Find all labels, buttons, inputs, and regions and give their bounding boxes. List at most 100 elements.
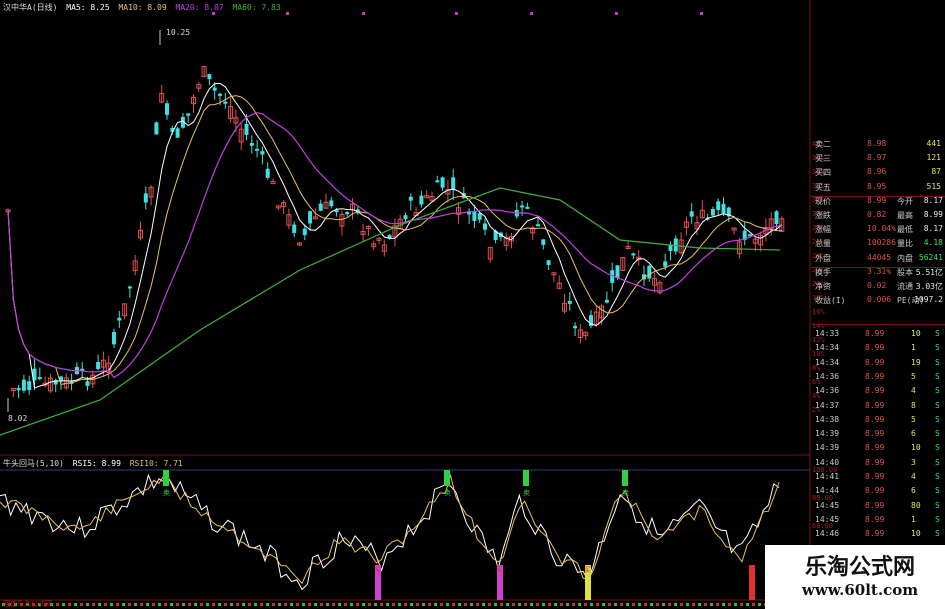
- strip-dot: [122, 603, 125, 606]
- tick-row: 14:36 8.99 4 S: [811, 386, 945, 400]
- top-signal-dot: [362, 12, 365, 15]
- moving-average-lines: [0, 30, 783, 436]
- strip-dot: [686, 603, 689, 606]
- strip-dot: [170, 603, 173, 606]
- rsi5-label: RSI5: 8.99: [72, 459, 121, 468]
- quote-label-2: 量比: [897, 239, 913, 249]
- low-price-label: 8.02: [8, 414, 28, 423]
- strip-dot: [398, 603, 401, 606]
- tick-side: S: [935, 343, 940, 353]
- strip-dot: [284, 603, 287, 606]
- quote-label-2: 流通: [897, 282, 913, 291]
- candle-body: [483, 223, 487, 230]
- candle-body: [127, 286, 132, 289]
- tick-time: 14:39: [815, 443, 840, 453]
- strip-dot: [374, 603, 377, 606]
- strip-dot: [578, 603, 581, 606]
- strip-dot: [92, 603, 95, 606]
- candle-body: [223, 101, 228, 104]
- strip-dot: [608, 603, 611, 606]
- quote-volume: 121: [926, 153, 941, 163]
- tick-side: S: [935, 443, 940, 453]
- indicator-bottom-label: 回首乐淘公式网: [3, 600, 52, 608]
- strip-dot: [470, 603, 473, 606]
- kline-canvas[interactable]: 卖 卖 卖 卖买 买 买 买: [0, 0, 945, 609]
- tick-row: 14:33 8.99 10 S: [811, 329, 945, 343]
- tick-volume: 80: [911, 500, 921, 510]
- tick-row: 14:45 8.99 1 S: [811, 515, 945, 529]
- rsi10-label: RSI10: 7.71: [129, 459, 183, 468]
- ma10-label: MA10: 8.09: [118, 3, 167, 12]
- candle-body: [318, 203, 323, 211]
- strip-dot: [278, 603, 281, 606]
- strip-dot: [566, 603, 569, 606]
- candle-body: [255, 148, 260, 151]
- strip-dot: [488, 603, 491, 606]
- candle-body: [16, 387, 21, 391]
- candle-body: [186, 113, 191, 116]
- quote-label: 换手: [815, 267, 831, 277]
- candle-body: [403, 215, 408, 220]
- strip-dot: [200, 603, 203, 606]
- quote-row: 涨跌 0.82 最高 8.99: [811, 210, 945, 224]
- strip-dot: [632, 603, 635, 606]
- strip-dot: [404, 603, 407, 606]
- strip-dot: [326, 603, 329, 606]
- candle-body: [244, 123, 249, 135]
- candle-body: [435, 180, 440, 183]
- quote-label-2: 最高: [897, 211, 913, 220]
- candle-body: [408, 196, 413, 201]
- tick-time: 14:46: [815, 529, 840, 539]
- quote-row: 卖二 8.98 441: [811, 139, 945, 153]
- quote-value: 8.95: [867, 181, 887, 191]
- tick-price: 8.99: [865, 429, 885, 439]
- candle-body: [21, 379, 26, 391]
- strip-dot: [410, 603, 413, 606]
- tick-volume: 10: [911, 443, 921, 453]
- strip-dot: [116, 603, 119, 606]
- quote-value: 44045: [867, 252, 892, 262]
- strip-dot: [620, 603, 623, 606]
- tick-time: 14:38: [815, 414, 840, 424]
- strip-dot: [416, 603, 419, 606]
- tick-volume: 3: [911, 457, 916, 467]
- quote-value: 100286: [867, 238, 896, 248]
- buy-signal-label: 买: [584, 566, 591, 574]
- tick-time: 14:45: [815, 500, 840, 510]
- tick-side: S: [935, 429, 940, 439]
- strip-dot: [302, 603, 305, 606]
- strip-dot: [296, 603, 299, 606]
- quote-label: 卖二: [815, 140, 831, 149]
- quote-row: 净资 0.02 流通 3.03亿: [811, 281, 945, 295]
- top-signal-dot: [615, 12, 618, 15]
- candle-body: [345, 211, 350, 215]
- candle-body: [631, 253, 636, 256]
- candle-body: [546, 260, 551, 265]
- candle-body: [96, 362, 101, 369]
- rsi10-line: [0, 473, 780, 585]
- quote-value-2: 8.99: [923, 210, 943, 219]
- candle-body: [472, 211, 477, 221]
- candle-body: [112, 331, 116, 345]
- stock-title: 汉中华A(日线): [3, 3, 58, 12]
- candle-body: [536, 224, 540, 227]
- strip-dot: [542, 603, 545, 606]
- tick-time: 14:33: [815, 329, 840, 338]
- top-signal-dot: [700, 12, 703, 15]
- tick-row: 14:39 8.99 10 S: [811, 443, 945, 457]
- candle-body: [85, 381, 90, 386]
- tick-side: S: [935, 371, 940, 381]
- tick-row: 14:40 8.99 3 S: [811, 458, 945, 472]
- tick-price: 8.99: [865, 457, 885, 467]
- tick-volume: 5: [911, 414, 916, 424]
- strip-dot: [290, 603, 293, 606]
- strip-dot: [446, 603, 449, 606]
- sell-signal-bar: [523, 470, 529, 486]
- strip-dot: [662, 603, 665, 606]
- strip-dot: [548, 603, 551, 606]
- tick-row: 14:39 8.99 6 S: [811, 429, 945, 443]
- strip-dot: [428, 603, 431, 606]
- signal-markers: 卖 卖 卖 卖买 买 买 买: [163, 12, 755, 600]
- sell-signal-label: 卖: [622, 489, 629, 497]
- quote-label: 总量: [815, 239, 831, 249]
